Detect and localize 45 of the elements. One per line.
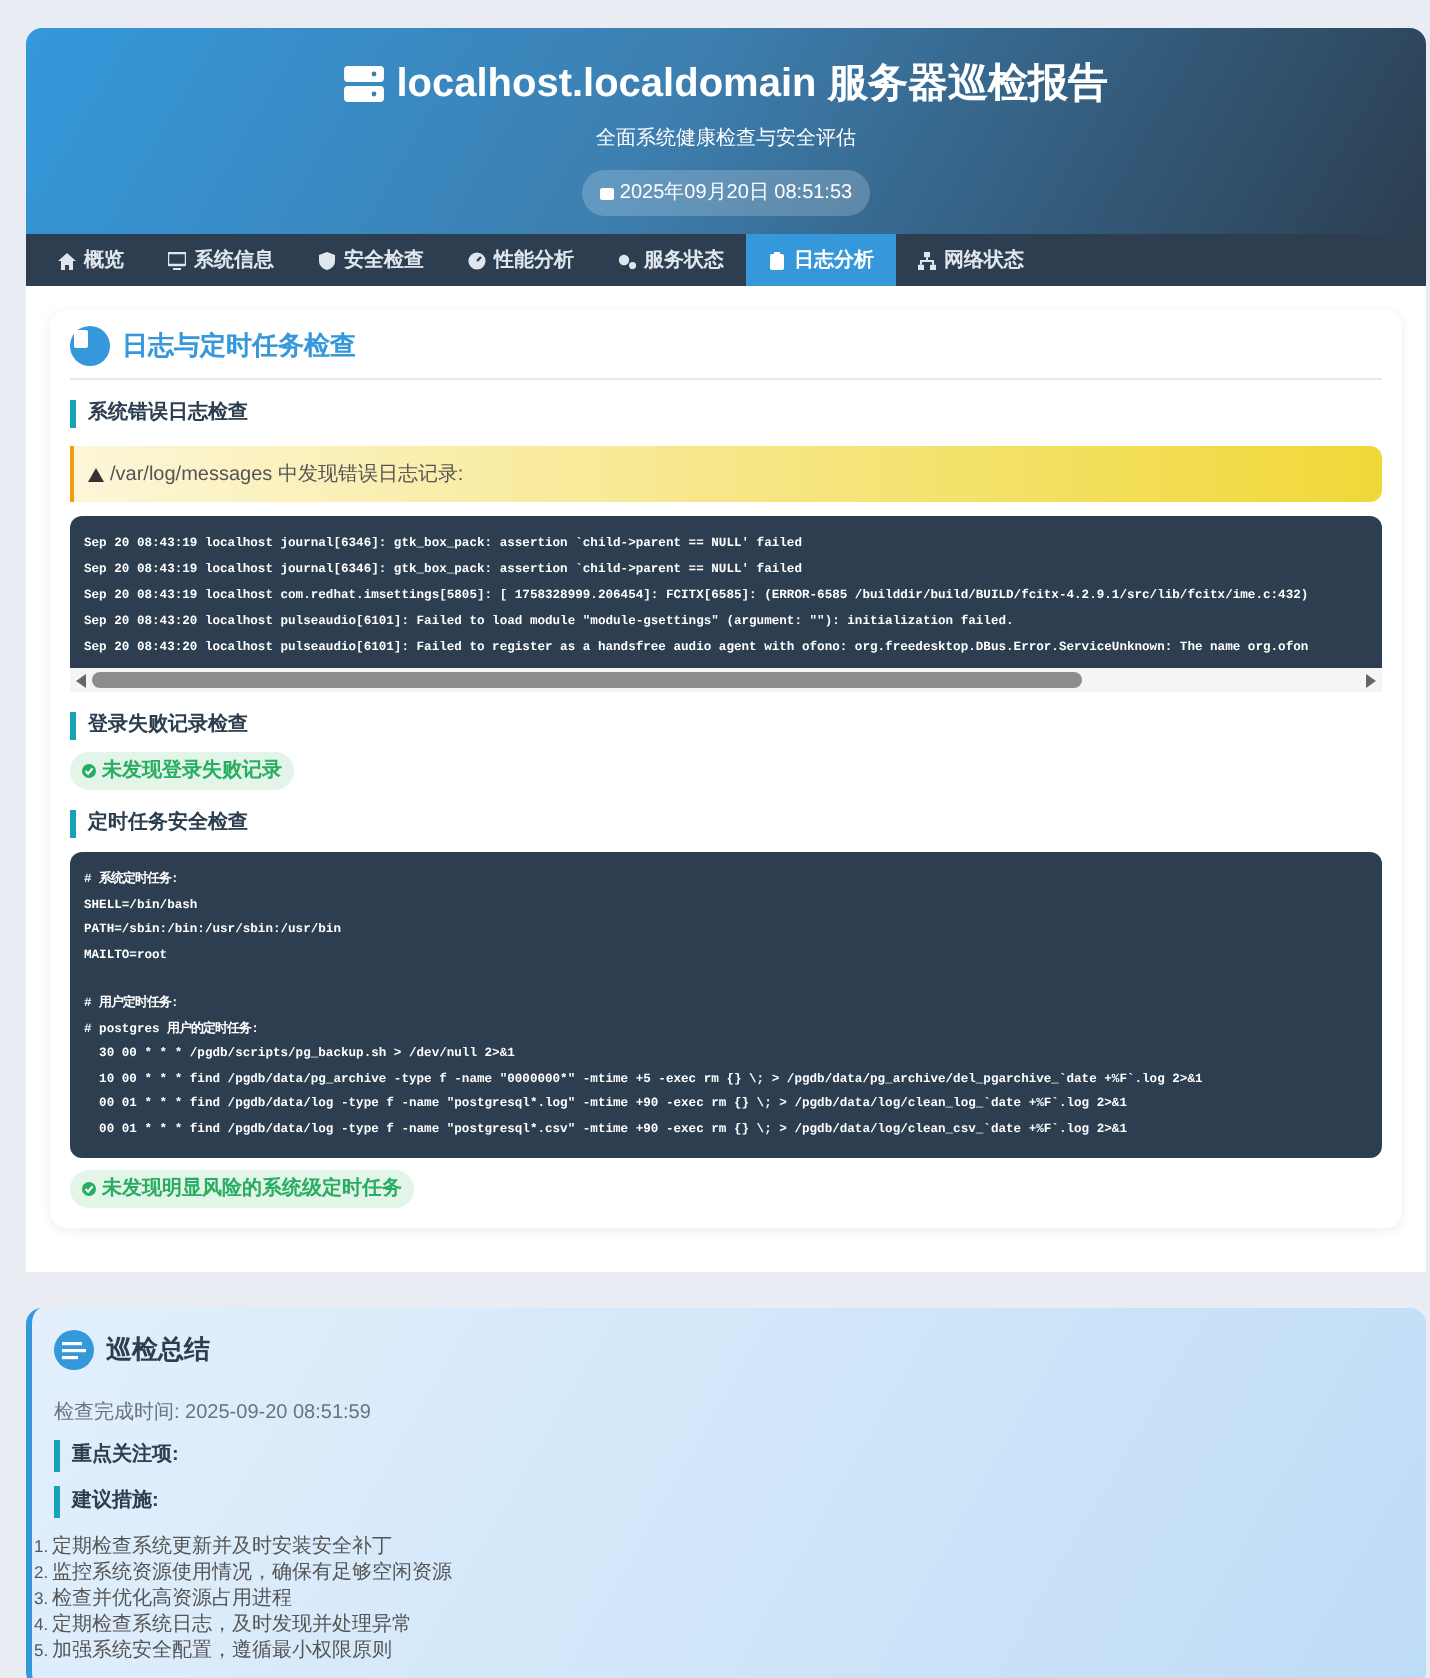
recommendation-text: 定期检查系统日志，及时发现并处理异常 bbox=[52, 1612, 413, 1638]
recommendation-text: 加强系统安全配置，遵循最小权限原则 bbox=[52, 1638, 393, 1664]
nav-tab[interactable]: 性能分析 bbox=[446, 234, 596, 286]
list-number: 5. bbox=[34, 1638, 49, 1664]
section-title: 日志与定时任务检查 bbox=[122, 328, 356, 365]
shield-icon bbox=[318, 251, 336, 269]
subsection-heading: 系统错误日志检查 bbox=[70, 400, 1382, 428]
nav-tab[interactable]: 系统信息 bbox=[146, 234, 296, 286]
summary-heading: 建议措施: bbox=[54, 1486, 1404, 1518]
list-number: 1. bbox=[34, 1534, 49, 1560]
recommendation-text: 监控系统资源使用情况，确保有足够空闲资源 bbox=[52, 1560, 453, 1586]
nav-tab[interactable]: 安全检查 bbox=[296, 234, 446, 286]
list-number: 2. bbox=[34, 1560, 49, 1586]
nav-tab[interactable]: 服务状态 bbox=[596, 234, 746, 286]
home-icon bbox=[58, 251, 76, 269]
nav-tab[interactable]: 概览 bbox=[36, 234, 146, 286]
warning-icon bbox=[88, 467, 104, 481]
success-text: 未发现登录失败记录 bbox=[102, 757, 282, 786]
summary-heading: 重点关注项: bbox=[54, 1440, 1404, 1472]
nav-tab[interactable]: 网络状态 bbox=[896, 234, 1046, 286]
server-icon bbox=[344, 66, 385, 102]
sitemap-icon bbox=[918, 251, 936, 269]
scroll-left-icon bbox=[76, 673, 86, 687]
completion-time: 检查完成时间: 2025-09-20 08:51:59 bbox=[54, 1399, 373, 1428]
list-circle-icon bbox=[54, 1330, 94, 1370]
list-number: 3. bbox=[34, 1586, 49, 1612]
report-title: localhost.localdomain 服务器巡检报告 bbox=[396, 64, 1108, 104]
scroll-right-icon bbox=[1366, 673, 1376, 687]
clipboard-icon bbox=[768, 251, 786, 269]
gauge-icon bbox=[468, 251, 486, 269]
subsection-heading: 登录失败记录检查 bbox=[70, 712, 1382, 740]
monitor-icon bbox=[168, 251, 186, 269]
list-number: 4. bbox=[34, 1612, 49, 1638]
clipboard-circle-icon bbox=[70, 326, 110, 366]
success-text: 未发现明显风险的系统级定时任务 bbox=[102, 1174, 402, 1204]
report-date: 2025年09月20日 08:51:53 bbox=[619, 180, 853, 208]
check-circle-icon bbox=[82, 1182, 96, 1196]
check-circle-icon bbox=[82, 764, 96, 778]
scrollbar-thumb[interactable] bbox=[92, 672, 1082, 688]
report-subtitle: 全面系统健康检查与安全评估 bbox=[596, 125, 856, 154]
recommendation-text: 检查并优化高资源占用进程 bbox=[52, 1586, 293, 1612]
subsection-heading: 定时任务安全检查 bbox=[70, 810, 1382, 838]
recommendation-text: 定期检查系统更新并及时安装安全补丁 bbox=[52, 1534, 393, 1560]
summary-title: 巡检总结 bbox=[106, 1332, 210, 1369]
warning-text: /var/log/messages 中发现错误日志记录: bbox=[110, 461, 464, 489]
